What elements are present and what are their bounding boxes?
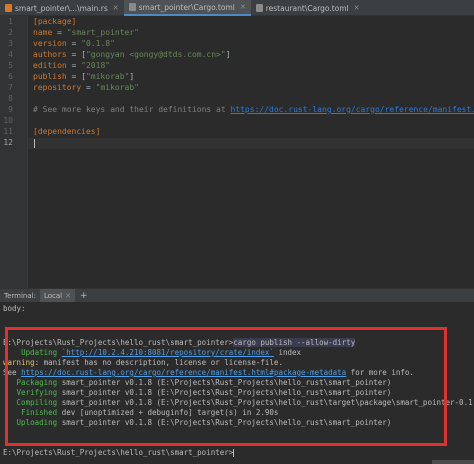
- tab-label: restaurant\Cargo.toml: [265, 3, 349, 13]
- line-number: 12: [3, 138, 13, 147]
- line-number: 1: [8, 17, 13, 26]
- line-number: 4: [8, 50, 13, 59]
- code-editor[interactable]: 1 2 3 4 5 6 7 8 9 10 11 12 [package] nam…: [0, 16, 474, 288]
- code-line: publish = ["mikorab"]: [33, 72, 135, 81]
- tab-main-rs[interactable]: smart_pointer\...\main.rs ✕: [0, 0, 124, 16]
- code-line: repository = "mikorab": [33, 83, 139, 92]
- terminal-line: E:\Projects\Rust_Projects\hello_rust\sma…: [3, 448, 235, 457]
- code-line: name = "smart_pointer": [33, 28, 139, 37]
- terminal-line: body:: [3, 304, 26, 313]
- toml-file-icon: [255, 4, 263, 12]
- toml-file-icon: [128, 3, 136, 11]
- line-number: 9: [8, 105, 13, 114]
- terminal-tab-local[interactable]: Local ✕: [39, 288, 75, 303]
- terminal-label: Terminal:: [4, 291, 36, 300]
- line-number: 5: [8, 61, 13, 70]
- horizontal-scrollbar[interactable]: [432, 460, 474, 464]
- code-line: version = "0.1.8": [33, 39, 115, 48]
- tab-label: smart_pointer\...\main.rs: [15, 3, 108, 13]
- close-icon[interactable]: ✕: [113, 4, 119, 12]
- terminal-toolbar: Terminal: Local ✕ +: [0, 288, 474, 303]
- current-line-highlight: [28, 138, 474, 149]
- tab-label: smart_pointer\Cargo.toml: [138, 2, 235, 12]
- tab-restaurant-cargo[interactable]: restaurant\Cargo.toml ✕: [251, 0, 365, 16]
- highlight-annotation-box: [5, 327, 447, 446]
- line-number: 11: [3, 127, 13, 136]
- code-line: edition = "2018": [33, 61, 111, 70]
- line-number: 2: [8, 28, 13, 37]
- terminal-caret: [233, 449, 235, 457]
- line-number: 6: [8, 72, 13, 81]
- code-line: [package]: [33, 17, 77, 26]
- rust-file-icon: [5, 4, 12, 12]
- line-number: 10: [3, 116, 13, 125]
- line-number: 7: [8, 83, 13, 92]
- add-terminal-button[interactable]: +: [75, 291, 93, 301]
- close-icon[interactable]: ✕: [240, 3, 246, 11]
- text-caret: [34, 139, 35, 148]
- manifest-docs-link[interactable]: https://doc.rust-lang.org/cargo/referenc…: [230, 105, 474, 114]
- code-line: authors = ["gongyan <gongy@dtds.com.cn>"…: [33, 50, 231, 59]
- close-icon[interactable]: ✕: [65, 292, 71, 300]
- line-number-gutter: 1 2 3 4 5 6 7 8 9 10 11 12: [0, 16, 28, 288]
- close-icon[interactable]: ✕: [354, 4, 360, 12]
- code-line: # See more keys and their definitions at…: [33, 105, 474, 116]
- editor-tab-bar: smart_pointer\...\main.rs ✕ smart_pointe…: [0, 0, 474, 16]
- tab-smart-pointer-cargo[interactable]: smart_pointer\Cargo.toml ✕: [123, 0, 251, 16]
- line-number: 8: [8, 94, 13, 103]
- line-number: 3: [8, 39, 13, 48]
- code-line: [dependencies]: [33, 127, 101, 136]
